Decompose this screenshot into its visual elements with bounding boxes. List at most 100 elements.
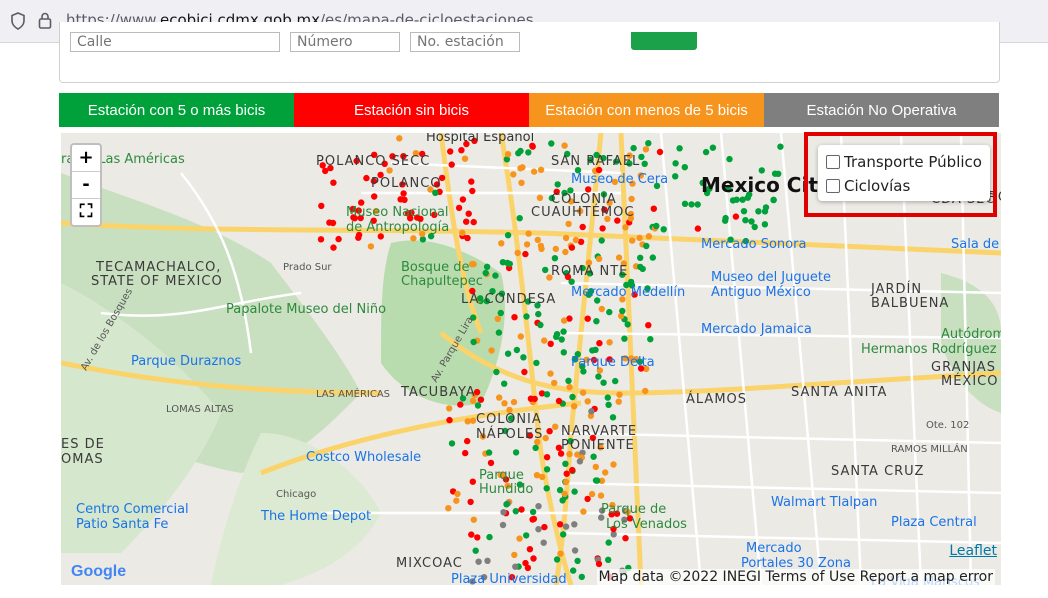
station-marker[interactable]	[584, 495, 591, 503]
station-marker[interactable]	[580, 508, 587, 515]
station-marker[interactable]	[637, 263, 644, 271]
station-marker[interactable]	[570, 567, 577, 574]
station-marker[interactable]	[518, 506, 525, 513]
station-marker[interactable]	[534, 236, 541, 244]
station-marker[interactable]	[504, 151, 512, 158]
station-marker[interactable]	[733, 196, 740, 203]
station-marker[interactable]	[561, 490, 568, 498]
station-marker[interactable]	[538, 245, 545, 252]
station-marker[interactable]	[516, 215, 523, 222]
station-marker[interactable]	[463, 218, 470, 225]
station-marker[interactable]	[565, 220, 572, 228]
station-marker[interactable]	[461, 155, 469, 162]
station-marker[interactable]	[504, 350, 512, 357]
station-marker[interactable]	[740, 208, 748, 215]
station-marker[interactable]	[468, 531, 475, 538]
station-marker[interactable]	[547, 340, 554, 347]
station-marker[interactable]	[446, 405, 453, 412]
station-marker[interactable]	[497, 309, 504, 317]
station-marker[interactable]	[598, 237, 605, 244]
station-marker[interactable]	[521, 368, 528, 376]
station-marker[interactable]	[554, 181, 561, 188]
station-marker[interactable]	[630, 144, 637, 152]
station-marker[interactable]	[517, 333, 524, 340]
station-marker[interactable]	[522, 559, 529, 567]
station-marker[interactable]	[584, 398, 591, 405]
station-marker[interactable]	[604, 394, 611, 401]
station-marker[interactable]	[475, 558, 482, 565]
station-marker[interactable]	[552, 245, 559, 253]
station-marker[interactable]	[543, 454, 551, 461]
station-marker[interactable]	[645, 140, 652, 147]
station-marker[interactable]	[523, 241, 531, 248]
station-marker[interactable]	[565, 377, 572, 384]
station-marker[interactable]	[454, 490, 461, 498]
station-marker[interactable]	[598, 305, 605, 313]
station-marker[interactable]	[588, 490, 596, 498]
station-marker[interactable]	[501, 380, 508, 387]
station-marker[interactable]	[494, 315, 501, 322]
station-marker[interactable]	[672, 160, 679, 167]
station-marker[interactable]	[647, 336, 654, 343]
station-marker[interactable]	[547, 370, 554, 377]
station-marker[interactable]	[511, 551, 518, 559]
station-marker[interactable]	[574, 557, 581, 565]
station-marker[interactable]	[579, 389, 587, 396]
station-marker[interactable]	[499, 521, 507, 529]
station-marker[interactable]	[557, 550, 564, 557]
station-marker[interactable]	[540, 539, 547, 546]
station-marker[interactable]	[462, 449, 469, 457]
station-marker[interactable]	[482, 269, 489, 277]
station-marker[interactable]	[483, 263, 491, 270]
station-marker[interactable]	[597, 492, 605, 499]
station-marker[interactable]	[410, 235, 417, 242]
station-marker[interactable]	[596, 340, 603, 347]
street-input[interactable]	[70, 32, 280, 52]
station-marker[interactable]	[498, 240, 505, 247]
station-marker[interactable]	[605, 539, 612, 546]
station-marker[interactable]	[535, 310, 542, 318]
station-marker[interactable]	[535, 503, 542, 510]
station-marker[interactable]	[512, 563, 519, 570]
station-marker[interactable]	[517, 147, 524, 155]
station-marker[interactable]	[539, 473, 546, 481]
station-marker[interactable]	[653, 222, 660, 230]
tracking-shield-icon[interactable]	[10, 12, 26, 34]
station-marker[interactable]	[578, 573, 585, 581]
station-marker[interactable]	[541, 337, 548, 344]
station-marker[interactable]	[516, 535, 523, 542]
station-marker[interactable]	[470, 260, 477, 268]
station-marker[interactable]	[600, 379, 607, 386]
station-marker[interactable]	[761, 208, 769, 215]
station-marker[interactable]	[474, 402, 482, 409]
station-marker[interactable]	[503, 501, 510, 508]
station-marker[interactable]	[401, 196, 408, 203]
station-marker[interactable]	[474, 534, 481, 541]
station-marker[interactable]	[419, 236, 427, 243]
station-marker[interactable]	[558, 336, 565, 343]
station-marker[interactable]	[504, 232, 512, 239]
station-marker[interactable]	[535, 526, 542, 533]
station-marker[interactable]	[457, 401, 464, 408]
station-marker[interactable]	[448, 161, 455, 168]
station-marker[interactable]	[593, 318, 600, 325]
station-marker[interactable]	[526, 546, 534, 553]
station-marker[interactable]	[761, 221, 769, 228]
station-marker[interactable]	[602, 469, 609, 476]
station-marker[interactable]	[559, 497, 566, 504]
station-marker[interactable]	[318, 202, 325, 210]
station-marker[interactable]	[548, 140, 555, 147]
station-marker[interactable]	[560, 349, 567, 356]
station-marker[interactable]	[624, 321, 631, 328]
number-input[interactable]	[290, 32, 400, 52]
station-marker[interactable]	[563, 478, 570, 486]
station-marker[interactable]	[501, 400, 508, 407]
station-marker[interactable]	[560, 328, 567, 335]
station-marker[interactable]	[553, 333, 560, 340]
station-marker[interactable]	[464, 437, 471, 445]
station-marker[interactable]	[329, 219, 337, 227]
station-marker[interactable]	[446, 416, 453, 424]
station-marker[interactable]	[645, 233, 653, 240]
station-marker[interactable]	[400, 190, 407, 197]
station-marker[interactable]	[529, 508, 537, 516]
